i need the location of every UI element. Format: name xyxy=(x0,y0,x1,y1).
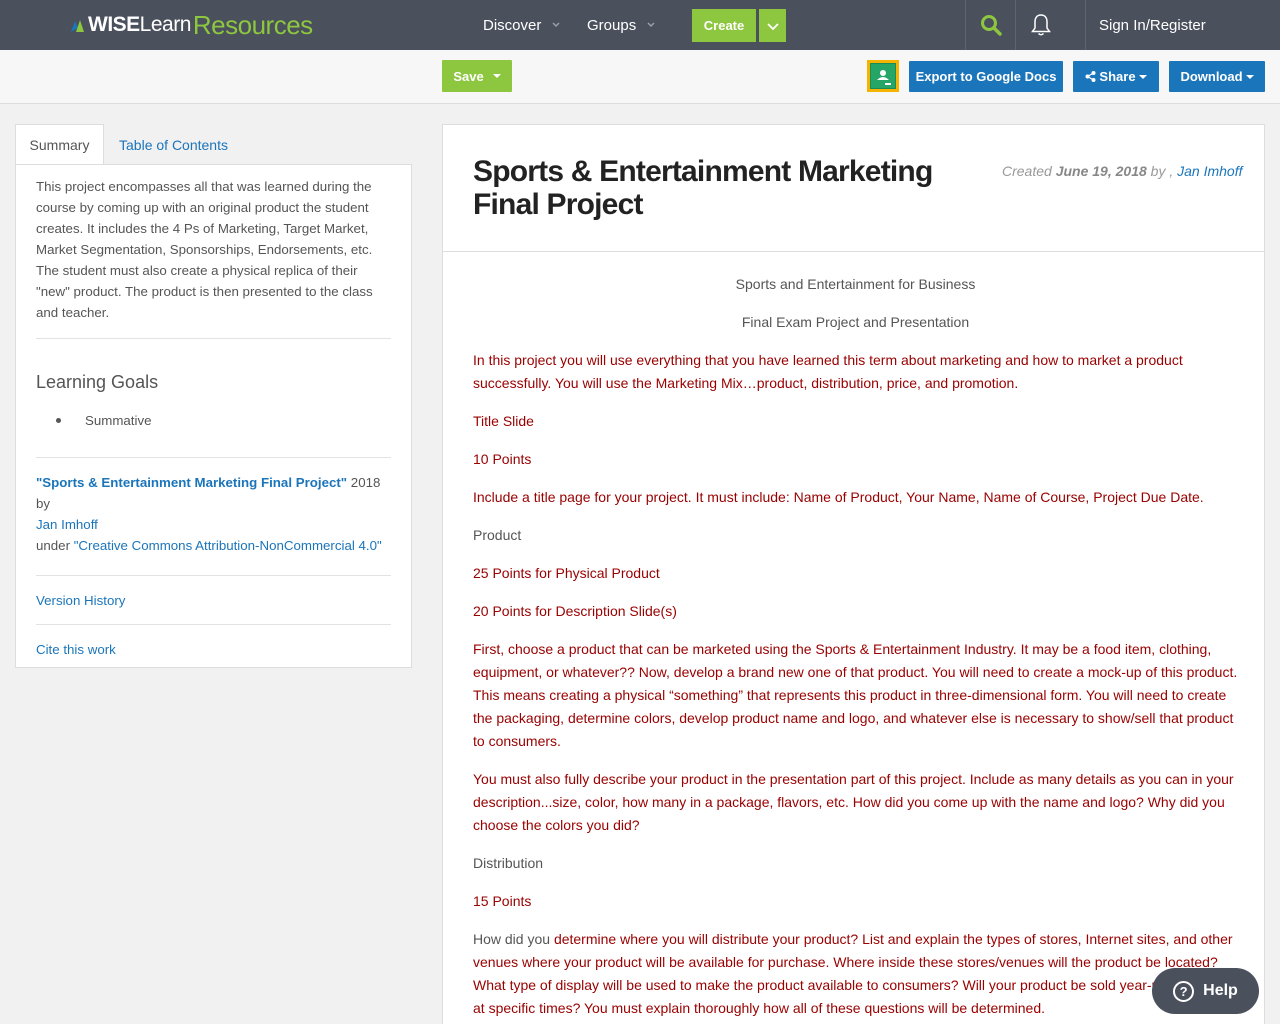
learning-goals-list: Summative xyxy=(56,413,391,428)
logo-wise-text: WISE xyxy=(88,13,140,36)
download-button[interactable]: Download xyxy=(1169,61,1265,92)
doc-paragraph: 20 Points for Description Slide(s) xyxy=(473,603,677,619)
search-icon xyxy=(980,15,1002,36)
attribution-author-link[interactable]: Jan Imhoff xyxy=(36,517,98,532)
logo-mark-icon xyxy=(71,20,84,32)
doc-paragraph: Product xyxy=(473,527,522,543)
help-button-label: Help xyxy=(1203,982,1238,999)
nav-groups-label: Groups xyxy=(587,16,637,34)
save-button[interactable]: Save xyxy=(442,60,512,92)
learning-goals-heading: Learning Goals xyxy=(36,372,159,392)
google-classroom-icon xyxy=(870,63,896,89)
version-history-link[interactable]: Version History xyxy=(36,593,391,608)
export-to-google-docs-button[interactable]: Export to Google Docs xyxy=(909,61,1063,92)
create-button[interactable]: Create xyxy=(692,9,756,42)
doc-paragraph: How did you determine where you will dis… xyxy=(473,928,1238,1020)
document-panel: Sports & Entertainment Marketing Final P… xyxy=(442,124,1265,1024)
tab-table-of-contents[interactable]: Table of Contents xyxy=(104,124,243,165)
caret-down-icon xyxy=(1138,74,1147,79)
chevron-down-icon xyxy=(552,22,560,28)
caret-down-icon xyxy=(1245,74,1254,79)
share-button-label: Share xyxy=(1099,69,1136,84)
search-button[interactable] xyxy=(966,0,1015,50)
license-link[interactable]: "Creative Commons Attribution-NonCommerc… xyxy=(74,538,382,553)
wiselearn-logo[interactable]: WISE Learn Resources xyxy=(70,10,313,40)
share-button[interactable]: Share xyxy=(1073,61,1159,92)
download-button-label: Download xyxy=(1180,69,1243,84)
created-by: by , xyxy=(1146,163,1178,179)
divider xyxy=(36,624,391,625)
doc-paragraph: 15 Points xyxy=(473,893,532,909)
doc-paragraph: You must also fully describe your produc… xyxy=(473,771,1234,833)
create-dropdown-toggle[interactable] xyxy=(759,9,786,42)
divider xyxy=(36,338,391,339)
doc-paragraph: Final Exam Project and Presentation xyxy=(741,314,970,330)
cite-this-work-link[interactable]: Cite this work xyxy=(36,642,391,657)
bell-icon xyxy=(1030,14,1051,36)
nav-discover[interactable]: Discover xyxy=(483,0,561,50)
divider xyxy=(36,575,391,576)
doc-text-span: How did you xyxy=(473,931,554,947)
created-info: Created June 19, 2018 by , Jan Imhoff xyxy=(1002,163,1243,179)
top-nav: WISE Learn Resources Discover Groups Creat… xyxy=(0,0,1280,50)
chevron-down-icon xyxy=(766,22,779,30)
document-header: Sports & Entertainment Marketing Final P… xyxy=(443,125,1264,252)
logo-resources-text: Resources xyxy=(192,9,313,40)
divider xyxy=(36,457,391,458)
save-button-label: Save xyxy=(453,68,484,84)
doc-paragraph: Sports and Entertainment for Business xyxy=(735,276,976,292)
nav-groups[interactable]: Groups xyxy=(587,0,656,50)
sign-in-register-link[interactable]: Sign In/Register xyxy=(1099,0,1206,50)
summary-panel: This project encompasses all that was le… xyxy=(15,164,412,668)
nav-divider xyxy=(1085,0,1086,50)
page-title: Sports & Entertainment Marketing Final P… xyxy=(473,155,933,221)
share-icon xyxy=(1085,71,1096,82)
nav-discover-label: Discover xyxy=(483,16,542,34)
attribution: "Sports & Entertainment Marketing Final … xyxy=(36,472,391,556)
help-button[interactable]: ? Help xyxy=(1152,968,1259,1014)
summary-text: This project encompasses all that was le… xyxy=(36,179,373,320)
notifications-button[interactable] xyxy=(1016,0,1065,50)
attribution-title-link[interactable]: "Sports & Entertainment Marketing Final … xyxy=(36,475,347,490)
chevron-down-icon xyxy=(647,22,655,28)
created-label: Created xyxy=(1002,163,1056,179)
doc-paragraph: Include a title page for your project. I… xyxy=(473,489,1204,505)
doc-paragraph: 10 Points xyxy=(473,451,532,467)
document-body: Sports and Entertainment for Business Fi… xyxy=(473,273,1238,1024)
learning-goal-label: Summative xyxy=(85,413,152,428)
question-circle-icon: ? xyxy=(1173,980,1195,1002)
doc-paragraph: 25 Points for Physical Product xyxy=(473,565,660,581)
doc-text-span: determine where you will distribute your… xyxy=(473,931,1234,1016)
doc-paragraph: First, choose a product that can be mark… xyxy=(473,641,1238,749)
resource-toolbar: Save Export to Google Docs Share Downloa… xyxy=(0,50,1280,104)
logo-learn-text: Learn xyxy=(139,13,192,36)
doc-paragraph: Distribution xyxy=(473,855,544,871)
created-author-link[interactable]: Jan Imhoff xyxy=(1177,163,1242,179)
doc-paragraph: In this project you will use everything … xyxy=(473,352,1183,391)
created-date: June 19, 2018 xyxy=(1055,163,1147,179)
google-classroom-button[interactable] xyxy=(867,60,899,92)
list-item: Summative xyxy=(56,413,391,428)
bullet-icon xyxy=(56,418,61,423)
attribution-under: under xyxy=(36,538,74,553)
caret-down-icon xyxy=(492,74,501,78)
tab-summary[interactable]: Summary xyxy=(15,124,104,165)
doc-paragraph: Title Slide xyxy=(473,413,534,429)
